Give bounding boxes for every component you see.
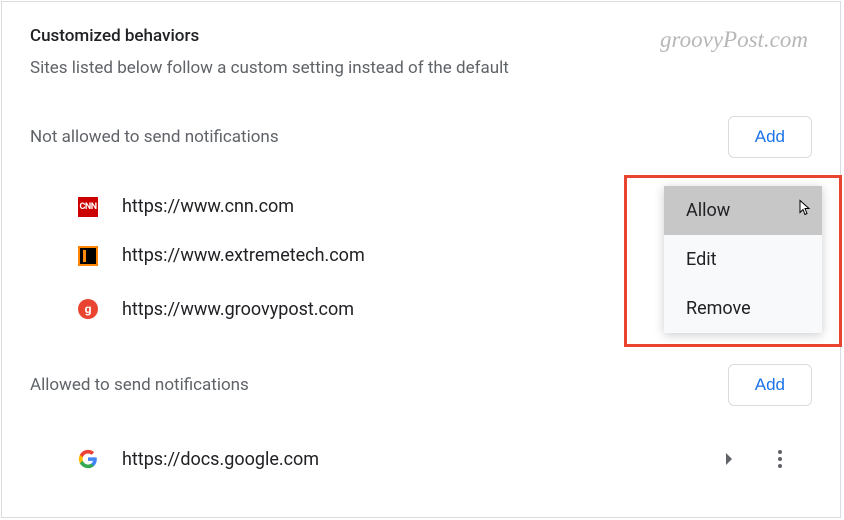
extremetech-favicon bbox=[78, 246, 98, 266]
cursor-icon bbox=[794, 198, 812, 223]
groovypost-favicon: g bbox=[78, 299, 98, 319]
allowed-site-list: https://docs.google.com bbox=[30, 430, 812, 488]
cnn-favicon: CNN bbox=[78, 197, 98, 217]
site-row: https://docs.google.com bbox=[30, 430, 812, 488]
menu-item-allow[interactable]: Allow bbox=[664, 186, 822, 235]
site-url: https://www.groovypost.com bbox=[122, 299, 724, 320]
details-arrow-icon[interactable] bbox=[724, 450, 734, 469]
allowed-section-label: Allowed to send notifications bbox=[30, 375, 249, 395]
menu-item-edit[interactable]: Edit bbox=[664, 235, 822, 284]
add-blocked-button[interactable]: Add bbox=[728, 116, 812, 158]
blocked-section-label: Not allowed to send notifications bbox=[30, 127, 279, 147]
google-favicon bbox=[78, 449, 98, 469]
add-allowed-button[interactable]: Add bbox=[728, 364, 812, 406]
page-subtitle: Sites listed below follow a custom setti… bbox=[30, 58, 812, 78]
more-actions-icon[interactable] bbox=[772, 444, 788, 474]
context-menu: Allow Edit Remove bbox=[664, 186, 822, 333]
watermark: groovyPost.com bbox=[660, 27, 808, 53]
site-url: https://docs.google.com bbox=[122, 449, 724, 470]
menu-item-remove[interactable]: Remove bbox=[664, 284, 822, 333]
